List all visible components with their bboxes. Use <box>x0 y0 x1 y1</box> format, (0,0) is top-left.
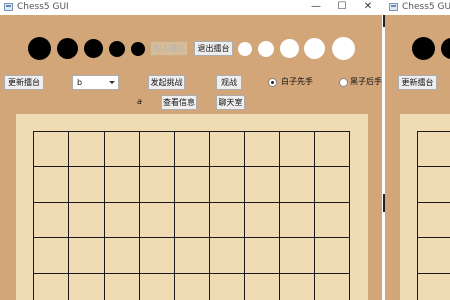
grid-line <box>33 131 350 132</box>
app-icon <box>4 3 13 11</box>
grid-line <box>417 131 450 132</box>
maximize-button[interactable]: ☐ <box>328 0 356 15</box>
grid-line <box>33 237 350 238</box>
start-challenge-button[interactable]: 发起挑战 <box>148 75 185 90</box>
white-first-label: 白子先手 <box>281 77 313 86</box>
player-name: a <box>137 97 142 106</box>
black-stone-indicator <box>441 38 450 59</box>
grid-line <box>417 273 450 274</box>
chess5-window: Chess5 GUI — ☐ ✕ 加入擂台 退出擂台 更新擂台 b 发起挑战 观… <box>0 0 382 300</box>
black-second-radio[interactable] <box>339 78 348 87</box>
chevron-down-icon <box>109 81 115 84</box>
window-title: Chess5 GUI <box>402 2 450 12</box>
grid-line <box>314 131 315 300</box>
grid-line <box>279 131 280 300</box>
view-info-button[interactable]: 查看信息 <box>161 95 197 110</box>
white-stone-indicator <box>304 38 325 59</box>
grid-line <box>244 131 245 300</box>
white-first-radio[interactable] <box>268 78 277 87</box>
game-board[interactable] <box>16 114 368 300</box>
refresh-arena-button[interactable]: 更新擂台 <box>4 75 44 90</box>
arena-select-value: b <box>77 78 83 87</box>
white-stone-indicator <box>280 39 299 58</box>
grid-line <box>33 166 350 167</box>
grid-line <box>209 131 210 300</box>
grid-line <box>174 131 175 300</box>
arena-select[interactable]: b <box>72 75 119 90</box>
grid-line <box>33 273 350 274</box>
window-title: Chess5 GUI <box>17 2 69 12</box>
grid-line <box>104 131 105 300</box>
close-button[interactable]: ✕ <box>354 0 382 15</box>
grid-line <box>139 131 140 300</box>
grid-line <box>68 131 69 300</box>
title-bar[interactable]: Chess5 GUI — ☐ ✕ <box>0 0 382 15</box>
black-stone-indicator <box>28 37 51 60</box>
grid-line <box>417 166 450 167</box>
chess5-window-secondary: Chess5 GUI 更新擂台 <box>385 0 450 300</box>
spectate-button[interactable]: 观战 <box>216 75 242 90</box>
minimize-button[interactable]: — <box>302 0 330 15</box>
chat-room-button[interactable]: 聊天室 <box>216 95 245 110</box>
grid-line <box>417 202 450 203</box>
grid-line <box>417 237 450 238</box>
grid-line <box>33 202 350 203</box>
black-stone-indicator <box>84 39 103 58</box>
grid-line <box>349 131 350 300</box>
black-stone-indicator <box>109 41 125 57</box>
title-bar[interactable]: Chess5 GUI <box>385 0 450 15</box>
app-icon <box>389 3 398 11</box>
refresh-arena-button[interactable]: 更新擂台 <box>398 75 437 90</box>
black-stone-indicator <box>131 42 145 56</box>
grid-line <box>417 131 418 300</box>
leave-arena-button[interactable]: 退出擂台 <box>194 41 233 56</box>
white-stone-indicator <box>332 37 355 60</box>
join-arena-button[interactable]: 加入擂台 <box>150 41 188 56</box>
white-stone-indicator <box>238 42 252 56</box>
black-second-label: 黑子后手 <box>350 77 382 86</box>
black-stone-indicator <box>412 37 435 60</box>
game-board[interactable] <box>400 114 450 300</box>
white-stone-indicator <box>258 41 274 57</box>
black-stone-indicator <box>57 38 78 59</box>
grid-line <box>33 131 34 300</box>
